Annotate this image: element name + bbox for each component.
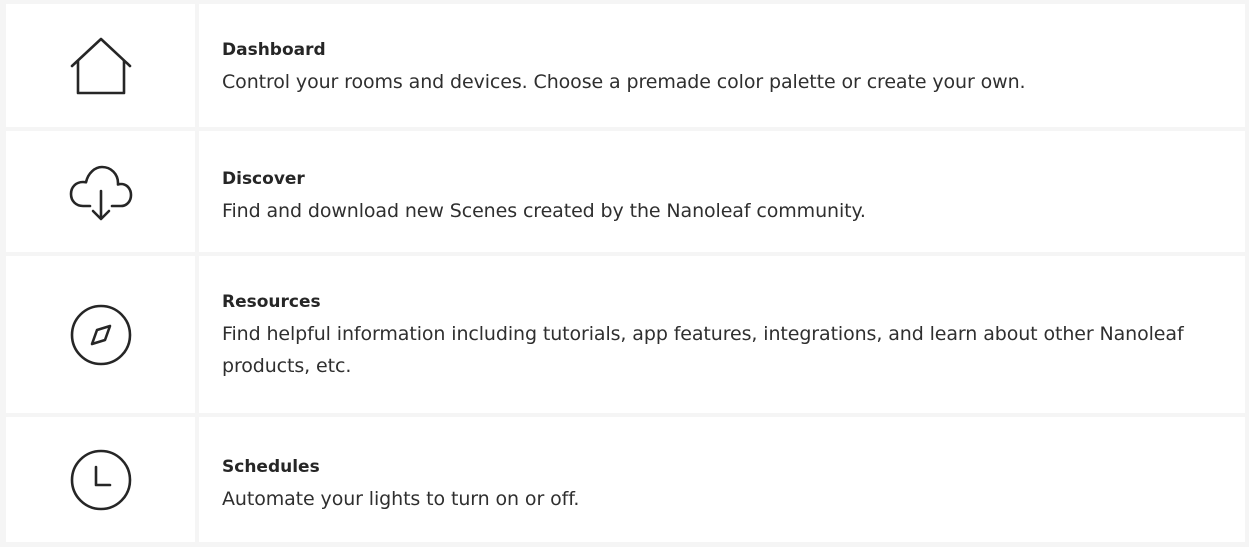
- table-row-discover: Discover Find and download new Scenes cr…: [6, 131, 1245, 252]
- icon-cell: [6, 417, 195, 542]
- table-row-dashboard: Dashboard Control your rooms and devices…: [6, 4, 1245, 127]
- icon-cell: [6, 4, 195, 127]
- feature-title: Dashboard: [222, 39, 326, 60]
- clock-icon: [68, 447, 134, 513]
- feature-title: Resources: [222, 291, 321, 312]
- feature-description: Find and download new Scenes created by …: [222, 199, 866, 222]
- text-cell: Resources Find helpful information inclu…: [199, 256, 1245, 413]
- table-row-schedules: Schedules Automate your lights to turn o…: [6, 417, 1245, 542]
- icon-cell: [6, 131, 195, 252]
- table-row-resources: Resources Find helpful information inclu…: [6, 256, 1245, 413]
- feature-title: Schedules: [222, 456, 320, 477]
- feature-title: Discover: [222, 168, 305, 189]
- text-cell: Dashboard Control your rooms and devices…: [199, 4, 1245, 127]
- feature-table: Dashboard Control your rooms and devices…: [0, 0, 1249, 547]
- feature-description: Automate your lights to turn on or off.: [222, 487, 580, 510]
- text-cell: Schedules Automate your lights to turn o…: [199, 417, 1245, 542]
- cloud-download-icon: [68, 162, 134, 222]
- compass-icon: [68, 302, 134, 368]
- text-cell: Discover Find and download new Scenes cr…: [199, 131, 1245, 252]
- feature-description: Control your rooms and devices. Choose a…: [222, 70, 1026, 93]
- icon-cell: [6, 256, 195, 413]
- home-icon: [68, 35, 134, 97]
- feature-description: Find helpful information including tutor…: [222, 322, 1184, 377]
